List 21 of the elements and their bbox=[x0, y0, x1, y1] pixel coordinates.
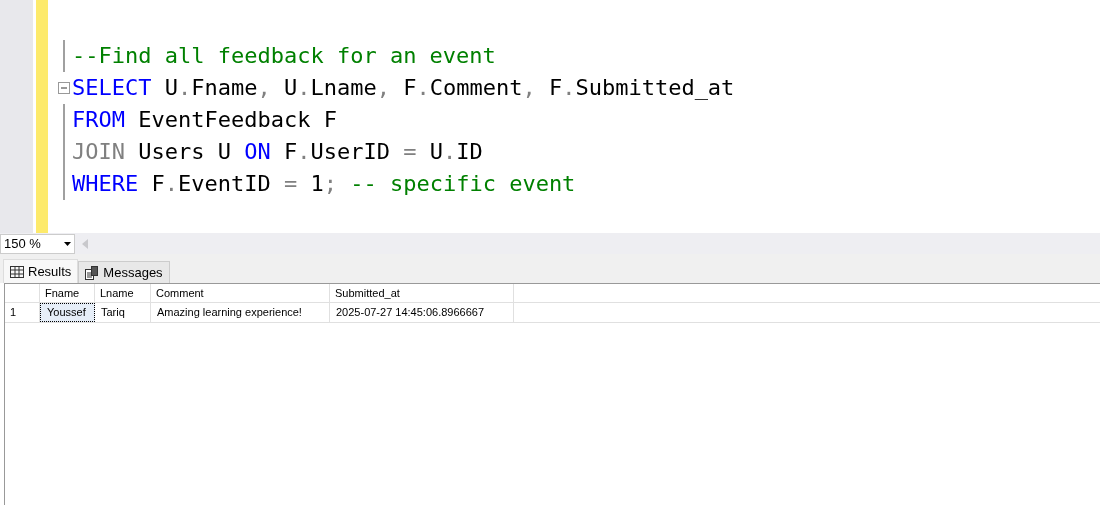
code-line: --Find all feedback for an event bbox=[72, 42, 497, 70]
results-tab[interactable]: Messages bbox=[78, 261, 170, 283]
dropdown-caret-icon bbox=[64, 241, 71, 246]
table-cell[interactable]: Amazing learning experience! bbox=[151, 303, 330, 322]
code-line: SELECT U.Fname, U.Lname, F.Comment, F.Submitted_at bbox=[72, 74, 735, 102]
scroll-left-icon[interactable] bbox=[82, 238, 88, 249]
code-line: FROM EventFeedback F bbox=[72, 106, 338, 134]
message-icon bbox=[85, 265, 100, 280]
results-tab[interactable]: Results bbox=[3, 259, 79, 283]
column-header[interactable]: Lname bbox=[95, 284, 151, 302]
table-cell[interactable]: 2025-07-27 14:45:06.8966667 bbox=[330, 303, 514, 322]
column-header[interactable]: Submitted_at bbox=[330, 284, 514, 302]
collapse-icon[interactable] bbox=[58, 82, 70, 94]
grid-icon bbox=[10, 265, 24, 278]
code-line: WHERE F.EventID = 1; -- specific event bbox=[72, 170, 577, 198]
table-cell[interactable]: Youssef bbox=[40, 303, 95, 322]
column-header[interactable]: Fname bbox=[40, 284, 95, 302]
table-cell[interactable]: Tariq bbox=[95, 303, 151, 322]
column-header[interactable]: Comment bbox=[151, 284, 330, 302]
zoom-dropdown[interactable]: 150 % bbox=[0, 233, 75, 254]
code-line: JOIN Users U ON F.UserID = U.ID bbox=[72, 138, 484, 166]
